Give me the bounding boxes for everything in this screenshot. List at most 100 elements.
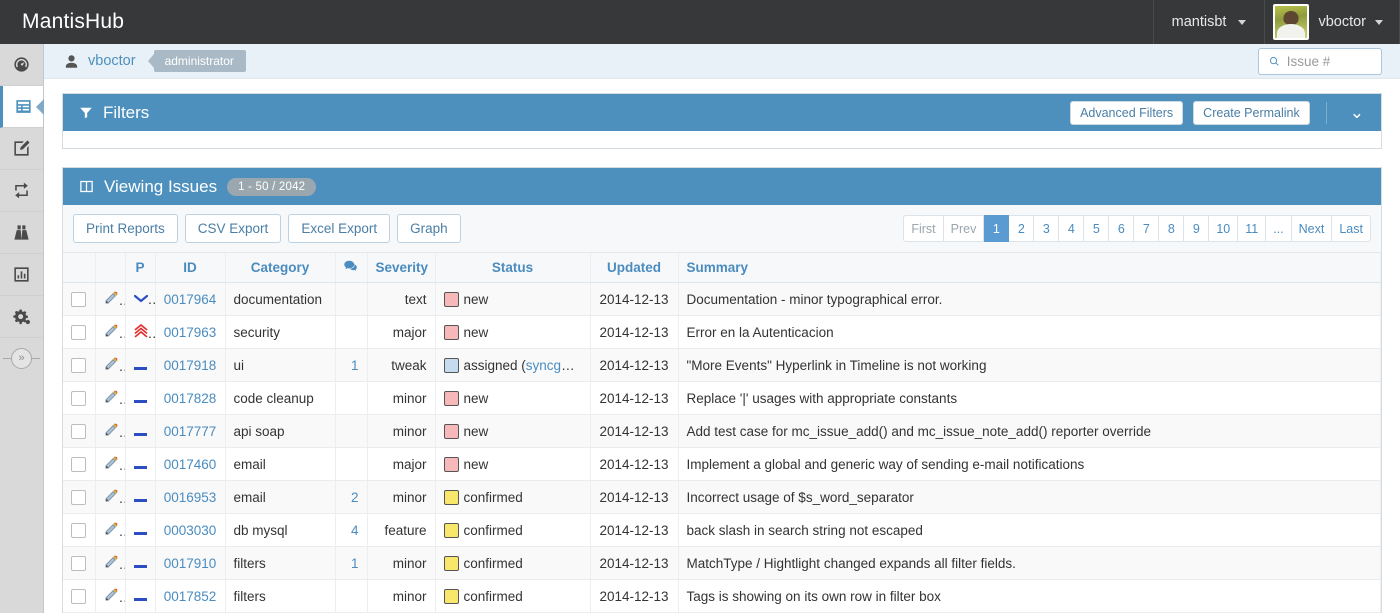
header-category[interactable]: Category (225, 253, 335, 283)
assignee-link[interactable]: syncguru (526, 358, 581, 373)
sidebar-item-change-log[interactable] (0, 170, 43, 212)
row-notes-cell[interactable]: 1 (335, 349, 367, 382)
header-id[interactable]: ID (155, 253, 225, 283)
row-notes-cell[interactable]: 2 (335, 481, 367, 514)
pagination-page-3[interactable]: 3 (1034, 215, 1059, 242)
sidebar-item-view-issues[interactable] (0, 86, 43, 128)
row-notes-cell[interactable] (335, 415, 367, 448)
issue-id-link[interactable]: 0017964 (164, 292, 217, 307)
search-input[interactable] (1287, 54, 1371, 69)
header-updated[interactable]: Updated (590, 253, 678, 283)
row-checkbox[interactable] (71, 325, 86, 340)
sidebar-item-roadmap[interactable] (0, 212, 43, 254)
advanced-filters-button[interactable]: Advanced Filters (1070, 101, 1183, 125)
row-summary-cell[interactable]: Add test case for mc_issue_add() and mc_… (678, 415, 1381, 448)
issue-id-link[interactable]: 0017852 (164, 589, 217, 604)
pagination-page-5[interactable]: 5 (1084, 215, 1109, 242)
pencil-icon[interactable] (104, 488, 119, 503)
row-summary-cell[interactable]: MatchType / Hightlight changed expands a… (678, 547, 1381, 580)
row-summary-cell[interactable]: Tags is showing on its own row in filter… (678, 580, 1381, 613)
sidebar-item-summary[interactable] (0, 254, 43, 296)
header-status[interactable]: Status (435, 253, 590, 283)
row-checkbox[interactable] (71, 589, 86, 604)
row-checkbox[interactable] (71, 292, 86, 307)
issue-id-link[interactable]: 0017777 (164, 424, 217, 439)
user-menu[interactable]: vboctor (1265, 0, 1400, 44)
create-permalink-button[interactable]: Create Permalink (1193, 101, 1310, 125)
row-notes-cell[interactable] (335, 580, 367, 613)
sidebar-item-report-issue[interactable] (0, 128, 43, 170)
csv-export-button[interactable]: CSV Export (185, 214, 282, 243)
header-select-all[interactable] (63, 253, 95, 283)
graph-button[interactable]: Graph (397, 214, 461, 243)
row-checkbox[interactable] (71, 391, 86, 406)
project-selector[interactable]: mantisbt (1153, 0, 1266, 44)
row-summary-cell[interactable]: Documentation - minor typographical erro… (678, 283, 1381, 316)
pencil-icon[interactable] (104, 389, 119, 404)
row-summary-cell[interactable]: Replace '|' usages with appropriate cons… (678, 382, 1381, 415)
pencil-icon[interactable] (104, 356, 119, 371)
pagination-page-9[interactable]: 9 (1184, 215, 1209, 242)
row-summary-cell[interactable]: Error en la Autenticacion (678, 316, 1381, 349)
issue-id-link[interactable]: 0017963 (164, 325, 217, 340)
sidebar-collapse-button[interactable]: » (0, 338, 43, 378)
issues-panel: Viewing Issues 1 - 50 / 2042 Print Repor… (62, 167, 1382, 613)
pagination-page-10[interactable]: 10 (1209, 215, 1238, 242)
pagination-page-6[interactable]: 6 (1109, 215, 1134, 242)
header-severity[interactable]: Severity (367, 253, 435, 283)
pencil-icon[interactable] (104, 422, 119, 437)
pagination-page-8[interactable]: 8 (1159, 215, 1184, 242)
pagination-next[interactable]: Next (1292, 215, 1333, 242)
row-checkbox[interactable] (71, 490, 86, 505)
row-checkbox[interactable] (71, 556, 86, 571)
row-checkbox[interactable] (71, 523, 86, 538)
pencil-icon[interactable] (104, 554, 119, 569)
row-checkbox[interactable] (71, 424, 86, 439)
row-summary-cell[interactable]: back slash in search string not escaped (678, 514, 1381, 547)
pagination-page-1[interactable]: 1 (984, 215, 1009, 242)
pencil-icon[interactable] (104, 455, 119, 470)
pencil-icon[interactable] (104, 521, 119, 536)
pagination-first[interactable]: First (903, 215, 943, 242)
issue-id-link[interactable]: 0017910 (164, 556, 217, 571)
current-username[interactable]: vboctor (88, 53, 136, 69)
row-summary-cell[interactable]: Implement a global and generic way of se… (678, 448, 1381, 481)
row-notes-cell[interactable] (335, 283, 367, 316)
issue-id-link[interactable]: 0016953 (164, 490, 217, 505)
row-notes-cell[interactable]: 4 (335, 514, 367, 547)
pencil-icon[interactable] (104, 587, 119, 602)
issue-id-link[interactable]: 0017828 (164, 391, 217, 406)
header-summary[interactable]: Summary (678, 253, 1381, 283)
pagination-page-2[interactable]: 2 (1009, 215, 1034, 242)
row-id-cell: 0017460 (155, 448, 225, 481)
pagination-page-4[interactable]: 4 (1059, 215, 1084, 242)
issue-id-link[interactable]: 0003030 (164, 523, 217, 538)
excel-export-button[interactable]: Excel Export (288, 214, 390, 243)
table-header-row: P ID Category Severity Status (63, 253, 1381, 283)
pagination-last[interactable]: Last (1332, 215, 1371, 242)
app-brand[interactable]: MantisHub (0, 0, 142, 44)
row-checkbox[interactable] (71, 358, 86, 373)
sidebar-item-dashboard[interactable] (0, 44, 43, 86)
pencil-icon[interactable] (104, 290, 119, 305)
print-reports-button[interactable]: Print Reports (73, 214, 178, 243)
header-priority[interactable]: P (125, 253, 155, 283)
row-notes-cell[interactable] (335, 382, 367, 415)
pagination-page-7[interactable]: 7 (1134, 215, 1159, 242)
row-notes-cell[interactable] (335, 316, 367, 349)
row-summary-cell[interactable]: Incorrect usage of $s_word_separator (678, 481, 1381, 514)
row-notes-cell[interactable]: 1 (335, 547, 367, 580)
row-checkbox[interactable] (71, 457, 86, 472)
row-summary-cell[interactable]: "More Events" Hyperlink in Timeline is n… (678, 349, 1381, 382)
pagination-prev[interactable]: Prev (944, 215, 985, 242)
issue-search-box[interactable] (1258, 48, 1382, 75)
issue-id-link[interactable]: 0017460 (164, 457, 217, 472)
main-content: vboctor administrator Filters Adva (44, 44, 1400, 613)
sidebar-item-manage[interactable] (0, 296, 43, 338)
issue-id-link[interactable]: 0017918 (164, 358, 217, 373)
filters-collapse-toggle[interactable]: ⌄ (1343, 103, 1371, 123)
pagination-page-11[interactable]: 11 (1238, 215, 1266, 242)
header-notes[interactable] (335, 253, 367, 283)
pencil-icon[interactable] (104, 323, 119, 338)
row-notes-cell[interactable] (335, 448, 367, 481)
